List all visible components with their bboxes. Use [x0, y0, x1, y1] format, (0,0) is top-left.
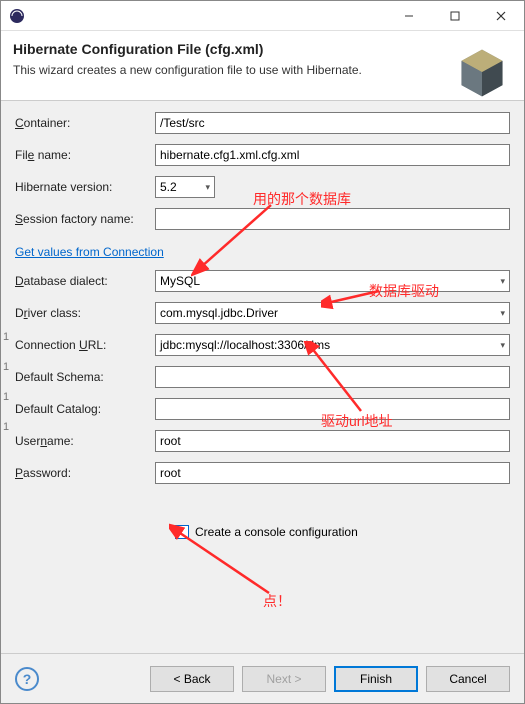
database-dialect-value: MySQL [160, 274, 200, 288]
console-config-checkbox[interactable] [175, 525, 189, 539]
page-title: Hibernate Configuration File (cfg.xml) [13, 41, 512, 57]
filename-input[interactable] [155, 144, 510, 166]
container-input[interactable] [155, 112, 510, 134]
filename-label: File name: [15, 148, 155, 162]
chevron-down-icon: ▾ [205, 182, 210, 193]
chevron-down-icon: ▾ [500, 276, 505, 287]
container-label: Container: [15, 116, 155, 130]
help-button[interactable]: ? [15, 667, 39, 691]
default-catalog-input[interactable] [155, 398, 510, 420]
connection-url-value: jdbc:mysql://localhost:3306/dms [160, 338, 330, 352]
username-input[interactable] [155, 430, 510, 452]
eclipse-icon [9, 8, 25, 24]
form-area: Container: File name: Hibernate version:… [1, 101, 524, 661]
gutter-numbers: 1 1 1 1 [1, 331, 11, 451]
hibernate-version-value: 5.2 [160, 180, 177, 194]
hibernate-logo-icon [454, 45, 510, 101]
finish-button[interactable]: Finish [334, 666, 418, 692]
chevron-down-icon: ▾ [500, 340, 505, 351]
default-schema-input[interactable] [155, 366, 510, 388]
page-subtitle: This wizard creates a new configuration … [13, 63, 512, 77]
password-input[interactable] [155, 462, 510, 484]
next-button: Next > [242, 666, 326, 692]
hibernate-version-label: Hibernate version: [15, 180, 155, 194]
maximize-button[interactable] [432, 1, 478, 31]
username-label: Username: [15, 434, 155, 448]
session-factory-label: Session factory name: [15, 212, 155, 226]
default-schema-label: Default Schema: [15, 370, 155, 384]
database-dialect-combo[interactable]: MySQL ▾ [155, 270, 510, 292]
chevron-down-icon: ▾ [500, 308, 505, 319]
cancel-button[interactable]: Cancel [426, 666, 510, 692]
database-dialect-label: Database dialect: [15, 274, 155, 288]
hibernate-version-combo[interactable]: 5.2 ▾ [155, 176, 215, 198]
driver-class-label: Driver class: [15, 306, 155, 320]
session-factory-input[interactable] [155, 208, 510, 230]
wizard-header: Hibernate Configuration File (cfg.xml) T… [1, 31, 524, 101]
close-button[interactable] [478, 1, 524, 31]
connection-url-combo[interactable]: jdbc:mysql://localhost:3306/dms ▾ [155, 334, 510, 356]
default-catalog-label: Default Catalog: [15, 402, 155, 416]
connection-url-label: Connection URL: [15, 338, 155, 352]
titlebar [1, 1, 524, 31]
driver-class-value: com.mysql.jdbc.Driver [160, 306, 278, 320]
annotation-click: 点！ [263, 591, 291, 611]
get-values-link[interactable]: Get values from Connection [15, 245, 164, 259]
console-config-label: Create a console configuration [195, 525, 358, 539]
driver-class-combo[interactable]: com.mysql.jdbc.Driver ▾ [155, 302, 510, 324]
wizard-footer: ? < Back Next > Finish Cancel [1, 653, 524, 703]
password-label: Password: [15, 466, 155, 480]
back-button[interactable]: < Back [150, 666, 234, 692]
minimize-button[interactable] [386, 1, 432, 31]
